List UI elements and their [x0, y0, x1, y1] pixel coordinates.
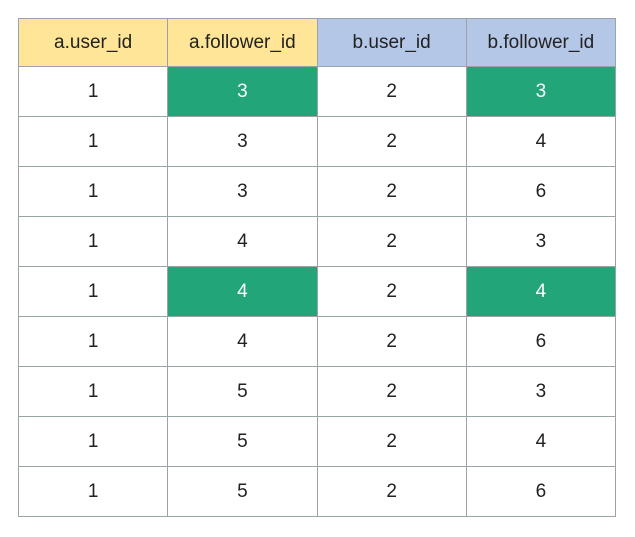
table-row: 1326: [19, 167, 616, 217]
table-row: 1526: [19, 467, 616, 517]
table-row: 1423: [19, 217, 616, 267]
cell-b-follower-id: 3: [466, 67, 615, 117]
header-row: a.user_id a.follower_id b.user_id b.foll…: [19, 19, 616, 67]
cell-b-follower-id: 3: [466, 217, 615, 267]
cell-b-user-id: 2: [317, 267, 466, 317]
cell-b-follower-id: 3: [466, 367, 615, 417]
cell-a-follower-id: 4: [168, 217, 317, 267]
table-row: 1426: [19, 317, 616, 367]
table-row: 1524: [19, 417, 616, 467]
cell-a-user-id: 1: [19, 67, 168, 117]
cell-b-user-id: 2: [317, 317, 466, 367]
cell-b-follower-id: 4: [466, 417, 615, 467]
join-table: a.user_id a.follower_id b.user_id b.foll…: [18, 18, 616, 517]
table-row: 1324: [19, 117, 616, 167]
cell-b-user-id: 2: [317, 417, 466, 467]
cell-a-follower-id: 3: [168, 167, 317, 217]
cell-b-user-id: 2: [317, 167, 466, 217]
cell-a-follower-id: 4: [168, 317, 317, 367]
cell-a-user-id: 1: [19, 117, 168, 167]
cell-a-follower-id: 5: [168, 417, 317, 467]
col-b-follower-id: b.follower_id: [466, 19, 615, 67]
cell-a-follower-id: 5: [168, 367, 317, 417]
table-body: 132313241326142314241426152315241526: [19, 67, 616, 517]
cell-a-follower-id: 5: [168, 467, 317, 517]
cell-b-follower-id: 6: [466, 317, 615, 367]
cell-a-user-id: 1: [19, 167, 168, 217]
col-a-user-id: a.user_id: [19, 19, 168, 67]
cell-b-user-id: 2: [317, 117, 466, 167]
cell-a-user-id: 1: [19, 217, 168, 267]
cell-a-follower-id: 3: [168, 117, 317, 167]
cell-a-follower-id: 3: [168, 67, 317, 117]
cell-b-follower-id: 4: [466, 267, 615, 317]
cell-a-user-id: 1: [19, 367, 168, 417]
cell-a-user-id: 1: [19, 317, 168, 367]
cell-b-user-id: 2: [317, 367, 466, 417]
table-row: 1424: [19, 267, 616, 317]
cell-b-follower-id: 6: [466, 167, 615, 217]
cell-a-user-id: 1: [19, 417, 168, 467]
table-row: 1523: [19, 367, 616, 417]
cell-a-follower-id: 4: [168, 267, 317, 317]
cell-b-follower-id: 6: [466, 467, 615, 517]
cell-b-user-id: 2: [317, 67, 466, 117]
cell-b-user-id: 2: [317, 217, 466, 267]
table-header: a.user_id a.follower_id b.user_id b.foll…: [19, 19, 616, 67]
col-a-follower-id: a.follower_id: [168, 19, 317, 67]
cell-b-user-id: 2: [317, 467, 466, 517]
cell-a-user-id: 1: [19, 467, 168, 517]
cell-b-follower-id: 4: [466, 117, 615, 167]
col-b-user-id: b.user_id: [317, 19, 466, 67]
table-row: 1323: [19, 67, 616, 117]
cell-a-user-id: 1: [19, 267, 168, 317]
